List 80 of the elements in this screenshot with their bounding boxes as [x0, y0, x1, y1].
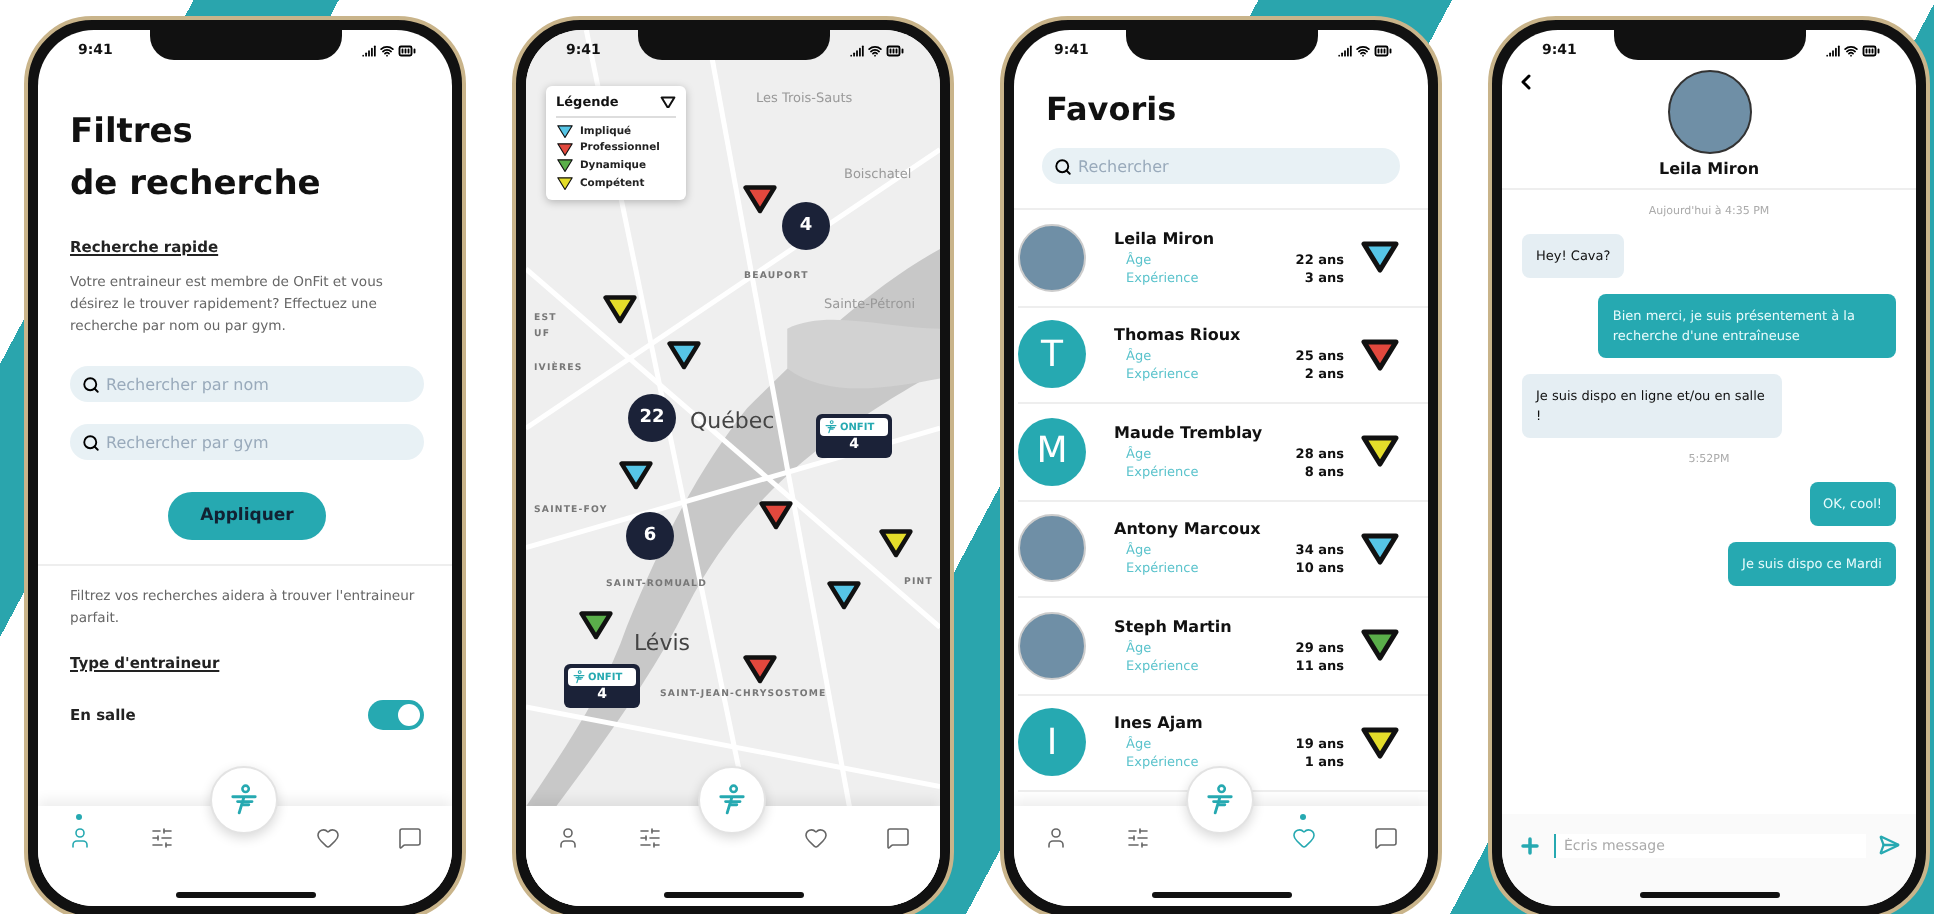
profile-icon [555, 826, 580, 850]
wifi-icon [380, 43, 394, 57]
battery-icon [398, 41, 416, 59]
heart-icon [803, 826, 828, 850]
trainer-name: Thomas Rioux [1114, 326, 1243, 345]
trainer-name: Steph Martin [1114, 617, 1234, 636]
search-field[interactable]: Rechercher [1042, 148, 1400, 184]
trainer-name: Maude Tremblay [1114, 423, 1265, 442]
battery-icon [1374, 41, 1392, 59]
heart-icon [315, 826, 340, 850]
search-field[interactable]: Rechercher par nom [70, 366, 424, 402]
avatar-photo [1018, 514, 1086, 583]
trainer-name: Antony Marcoux [1114, 520, 1263, 539]
page-title: Filtres [70, 110, 195, 156]
chat-tab[interactable] [1370, 822, 1403, 854]
home-indicator [1639, 892, 1779, 898]
home-indicator [1151, 892, 1291, 898]
avatar-initial: T [1018, 320, 1086, 389]
chat-icon [886, 826, 911, 850]
add-button[interactable] [1518, 834, 1542, 858]
logo-icon [572, 670, 586, 684]
trainer-marker[interactable] [742, 654, 778, 685]
chat-icon [398, 826, 423, 850]
trainer-marker[interactable] [666, 340, 702, 371]
page-title: de recherche [70, 162, 323, 208]
search-icon [1054, 157, 1072, 175]
home-indicator [663, 892, 803, 898]
search-icon [82, 375, 100, 393]
wifi-icon [1844, 43, 1858, 57]
profile-icon [67, 826, 92, 850]
trainer-marker[interactable] [602, 294, 638, 325]
page-title: Favoris [1044, 88, 1179, 128]
send-icon [1878, 834, 1900, 856]
avatar-initial: I [1018, 708, 1086, 777]
home-button[interactable] [1186, 766, 1255, 834]
sliders-icon [150, 826, 175, 850]
logo-icon [228, 784, 261, 816]
logo-icon [824, 420, 838, 434]
toggle-switch[interactable] [368, 700, 424, 730]
battery-icon [1862, 41, 1880, 59]
battery-icon [886, 41, 904, 59]
heart-icon [1291, 826, 1316, 850]
home-indicator [175, 892, 315, 898]
place-label: Lévis [634, 630, 690, 656]
contact-name: Leila Miron [1658, 160, 1760, 178]
trainer-marker[interactable] [578, 610, 614, 641]
home-button[interactable] [210, 766, 279, 834]
dropdown-icon [660, 95, 676, 109]
trainer-marker[interactable] [742, 184, 778, 215]
sliders-icon [1126, 826, 1151, 850]
signal-icon [362, 43, 376, 57]
wifi-icon [1356, 43, 1370, 57]
plus-icon [1518, 834, 1542, 858]
send-button[interactable] [1878, 834, 1900, 856]
avatar-photo [1667, 70, 1751, 154]
trainer-marker[interactable] [758, 500, 794, 531]
signal-icon [1338, 43, 1352, 57]
avatar-initial: M [1018, 417, 1086, 486]
trainer-marker[interactable] [618, 460, 654, 491]
chat-icon [1374, 826, 1399, 850]
logo-icon [1204, 784, 1237, 816]
search-field[interactable]: Rechercher par gym [70, 424, 424, 460]
apply-button[interactable]: Appliquer [168, 492, 326, 540]
trainer-name: Ines Ajam [1114, 714, 1205, 733]
avatar-photo [1018, 611, 1086, 680]
home-button[interactable] [698, 766, 767, 834]
profile-icon [1043, 826, 1068, 850]
wifi-icon [868, 43, 882, 57]
logo-icon [716, 784, 749, 816]
trainer-name: Leila Miron [1114, 229, 1217, 248]
chat-tab[interactable] [394, 822, 427, 854]
search-icon [82, 433, 100, 451]
trainer-marker[interactable] [826, 580, 862, 611]
sliders-icon [638, 826, 663, 850]
signal-icon [850, 43, 864, 57]
avatar-photo [1018, 223, 1086, 292]
chat-tab[interactable] [882, 822, 915, 854]
trainer-marker[interactable] [878, 528, 914, 559]
place-label: Québec [690, 408, 775, 434]
signal-icon [1826, 43, 1840, 57]
